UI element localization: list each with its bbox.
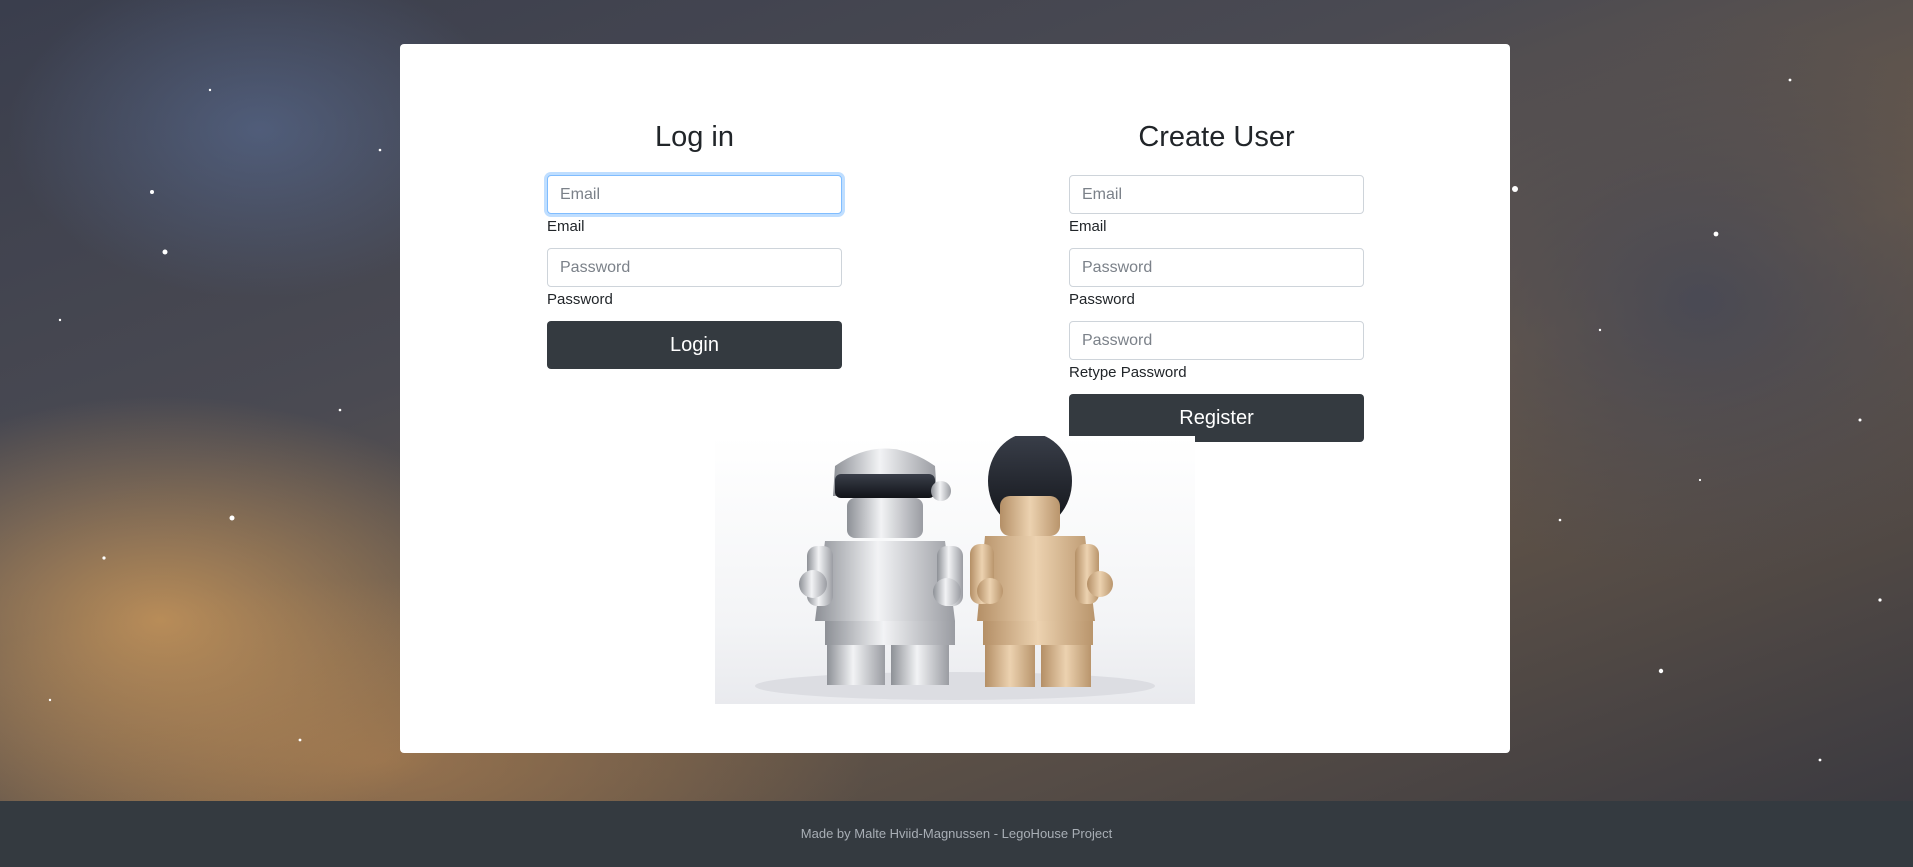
login-title: Log in <box>654 121 734 153</box>
auth-card: Log in Email Password Login Create User … <box>400 44 1510 753</box>
lego-figures-image <box>715 433 1195 704</box>
register-title: Create User <box>1138 121 1295 153</box>
footer-credit: Made by Malte Hviid-Magnussen - LegoHous… <box>800 826 1113 841</box>
register-email-input[interactable] <box>1069 175 1364 214</box>
login-email-label: Email <box>547 218 585 235</box>
silver-robot-figure <box>799 448 963 685</box>
register-button[interactable]: Register <box>1069 394 1364 442</box>
register-retype-password-input[interactable] <box>1069 321 1364 360</box>
login-password-label: Password <box>547 291 613 308</box>
gold-figure <box>970 433 1113 687</box>
register-form: Create User Email Password Retype Passwo… <box>1069 119 1364 442</box>
login-form: Log in Email Password Login <box>547 119 842 369</box>
login-button[interactable]: Login <box>547 321 842 369</box>
register-password-input[interactable] <box>1069 248 1364 287</box>
register-email-label: Email <box>1069 218 1107 235</box>
login-email-input[interactable] <box>547 175 842 214</box>
register-password-label: Password <box>1069 291 1135 308</box>
footer: Made by Malte Hviid-Magnussen - LegoHous… <box>0 801 1913 867</box>
register-retype-password-label: Retype Password <box>1069 364 1187 381</box>
login-password-input[interactable] <box>547 248 842 287</box>
